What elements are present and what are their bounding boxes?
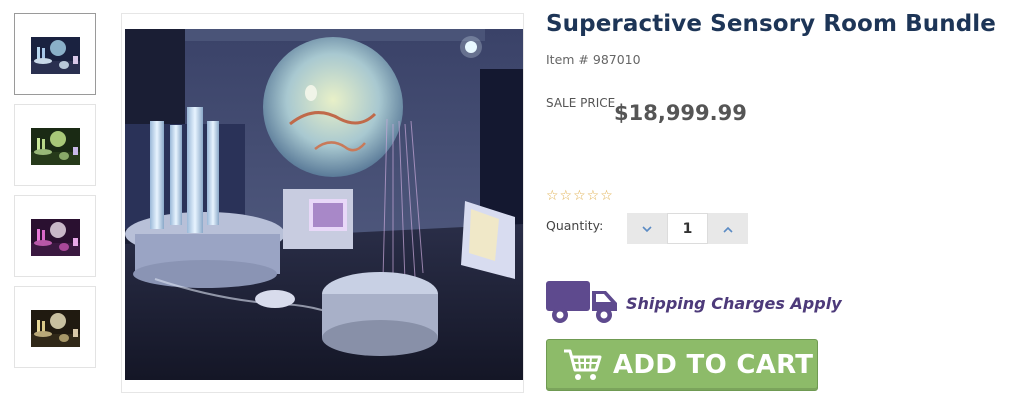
rating-stars[interactable]: ☆☆☆☆☆ (546, 188, 614, 204)
truck-icon (546, 277, 620, 329)
product-title: Superactive Sensory Room Bundle (546, 11, 996, 37)
thumbnail-2-image (31, 128, 80, 165)
chevron-up-icon (723, 222, 733, 236)
thumbnail-3-image (31, 219, 80, 256)
add-to-cart-button[interactable]: ADD TO CART (546, 339, 818, 391)
thumbnail-4[interactable] (14, 286, 96, 368)
quantity-decrease-button[interactable] (627, 213, 667, 244)
thumbnail-4-image (31, 310, 80, 347)
shipping-text: Shipping Charges Apply (626, 293, 842, 313)
item-number: Item # 987010 (546, 52, 641, 67)
quantity-increase-button[interactable] (708, 213, 748, 244)
chevron-down-icon (642, 222, 652, 236)
main-product-image[interactable] (125, 29, 523, 380)
quantity-input[interactable]: 1 (667, 213, 708, 244)
quantity-stepper: 1 (627, 213, 748, 244)
thumbnail-3[interactable] (14, 195, 96, 277)
thumbnail-1-image (31, 37, 80, 74)
shipping-notice: Shipping Charges Apply (546, 277, 842, 329)
thumbnail-2[interactable] (14, 104, 96, 186)
shopping-cart-icon (563, 348, 603, 382)
sale-price: $18,999.99 (614, 101, 747, 125)
main-image-frame (121, 13, 524, 393)
add-to-cart-label: ADD TO CART (613, 350, 814, 380)
quantity-label: Quantity: (546, 218, 604, 233)
thumbnail-1[interactable] (14, 13, 96, 95)
sale-price-label: SALE PRICE (546, 96, 616, 110)
